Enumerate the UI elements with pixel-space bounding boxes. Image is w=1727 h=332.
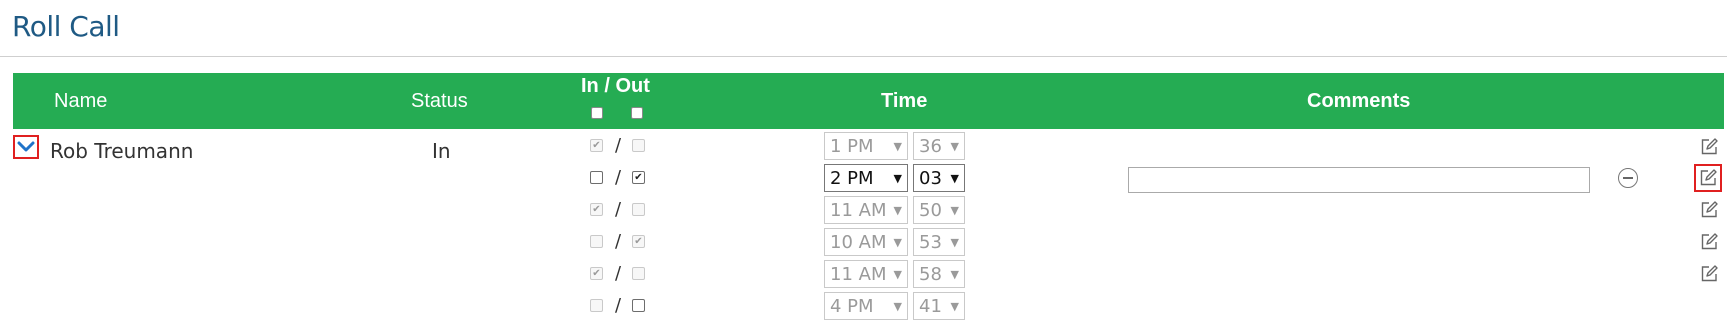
minute-value: 58: [919, 264, 942, 285]
edit-entry-button[interactable]: [1698, 199, 1720, 221]
edit-entry-button[interactable]: [1694, 164, 1722, 192]
in-out-separator: /: [615, 167, 622, 188]
minute-value: 53: [919, 232, 942, 253]
caret-down-icon: ▼: [893, 300, 902, 313]
out-checkbox[interactable]: [632, 299, 645, 312]
in-checkbox[interactable]: [590, 171, 603, 184]
time-entry-row: ✔ / 1 PM ▼ 36 ▼: [0, 130, 1727, 162]
minute-value: 41: [919, 296, 942, 317]
caret-down-icon: ▼: [950, 268, 959, 281]
in-out-separator: /: [615, 135, 622, 156]
hour-value: 1 PM: [830, 136, 874, 157]
comment-input[interactable]: [1128, 167, 1590, 193]
remove-entry-button[interactable]: [1618, 168, 1638, 188]
edit-entry-button[interactable]: [1698, 136, 1720, 158]
edit-icon: [1700, 169, 1717, 186]
minute-select[interactable]: 58 ▼: [913, 260, 965, 288]
header-time: Time: [881, 90, 928, 112]
minute-value: 03: [919, 168, 942, 189]
hour-select[interactable]: 11 AM ▼: [824, 196, 908, 224]
header-name: Name: [54, 90, 108, 112]
edit-entry-button[interactable]: [1698, 231, 1720, 253]
caret-down-icon: ▼: [950, 300, 959, 313]
hour-select[interactable]: 10 AM ▼: [824, 228, 908, 256]
select-all-in-checkbox[interactable]: [591, 107, 603, 119]
minute-value: 50: [919, 200, 942, 221]
out-checkbox[interactable]: [632, 203, 645, 216]
in-checkbox[interactable]: [590, 235, 603, 248]
hour-select[interactable]: 2 PM ▼: [824, 164, 908, 192]
in-out-separator: /: [615, 295, 622, 316]
minute-select[interactable]: 03 ▼: [913, 164, 965, 192]
table-header: Name Status In / Out Time Comments: [13, 73, 1724, 129]
title-divider: [0, 56, 1727, 57]
hour-select[interactable]: 4 PM ▼: [824, 292, 908, 320]
out-checkbox[interactable]: ✔: [632, 235, 645, 248]
caret-down-icon: ▼: [950, 204, 959, 217]
hour-value: 4 PM: [830, 296, 874, 317]
out-checkbox[interactable]: [632, 267, 645, 280]
minute-select[interactable]: 41 ▼: [913, 292, 965, 320]
hour-value: 11 AM: [830, 264, 887, 285]
minute-select[interactable]: 36 ▼: [913, 132, 965, 160]
header-status: Status: [411, 90, 468, 112]
in-out-separator: /: [615, 231, 622, 252]
in-out-separator: /: [615, 199, 622, 220]
in-out-separator: /: [615, 263, 622, 284]
edit-entry-button[interactable]: [1698, 263, 1720, 285]
minute-value: 36: [919, 136, 942, 157]
time-entry-row: / 4 PM ▼ 41 ▼: [0, 290, 1727, 322]
hour-value: 11 AM: [830, 200, 887, 221]
out-checkbox[interactable]: [632, 139, 645, 152]
minute-select[interactable]: 53 ▼: [913, 228, 965, 256]
header-in-out: In / Out: [581, 75, 650, 97]
page-title: Roll Call: [12, 10, 120, 43]
in-checkbox[interactable]: ✔: [590, 203, 603, 216]
edit-icon: [1701, 138, 1718, 155]
caret-down-icon: ▼: [950, 236, 959, 249]
time-entry-row: ✔ / 11 AM ▼ 50 ▼: [0, 194, 1727, 226]
caret-down-icon: ▼: [893, 268, 902, 281]
caret-down-icon: ▼: [893, 204, 902, 217]
hour-value: 10 AM: [830, 232, 887, 253]
time-entry-row: ✔ / 11 AM ▼ 58 ▼: [0, 258, 1727, 290]
select-all-out-checkbox[interactable]: [631, 107, 643, 119]
in-checkbox[interactable]: ✔: [590, 139, 603, 152]
in-checkbox[interactable]: [590, 299, 603, 312]
in-checkbox[interactable]: ✔: [590, 267, 603, 280]
out-checkbox[interactable]: ✔: [632, 171, 645, 184]
minute-select[interactable]: 50 ▼: [913, 196, 965, 224]
caret-down-icon: ▼: [893, 236, 902, 249]
hour-select[interactable]: 11 AM ▼: [824, 260, 908, 288]
caret-down-icon: ▼: [893, 140, 902, 153]
caret-down-icon: ▼: [950, 172, 959, 185]
minus-circle-icon: [1623, 177, 1633, 179]
edit-icon: [1701, 201, 1718, 218]
header-comments: Comments: [1307, 90, 1411, 112]
hour-select[interactable]: 1 PM ▼: [824, 132, 908, 160]
edit-icon: [1701, 233, 1718, 250]
hour-value: 2 PM: [830, 168, 874, 189]
edit-icon: [1701, 265, 1718, 282]
time-entry-row: / ✔ 10 AM ▼ 53 ▼: [0, 226, 1727, 258]
caret-down-icon: ▼: [950, 140, 959, 153]
caret-down-icon: ▼: [893, 172, 902, 185]
